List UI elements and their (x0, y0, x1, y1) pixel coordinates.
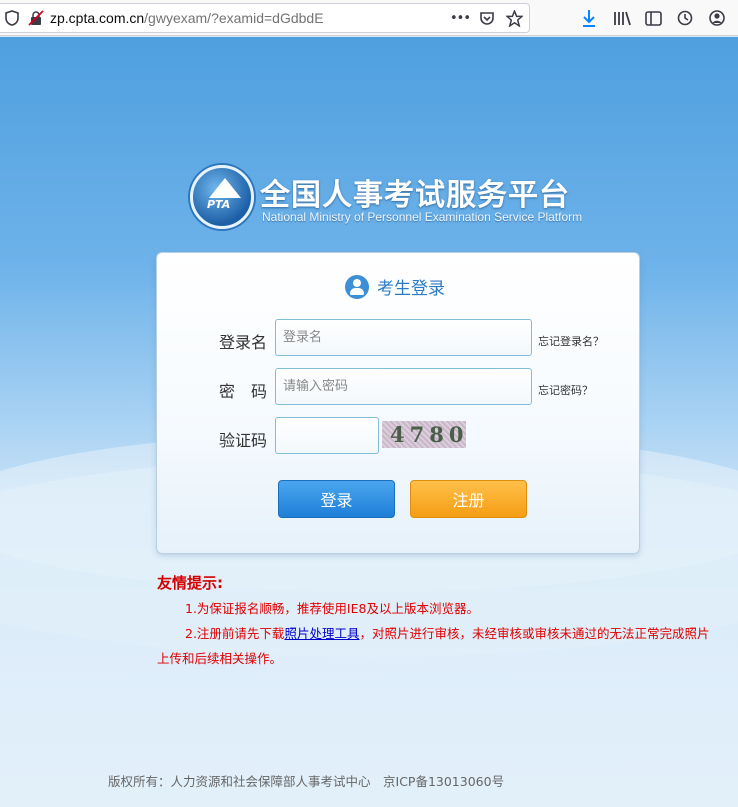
footer-copyright: 版权所有：人力资源和社会保障部人事考试中心 京ICP备13013060号 (108, 774, 505, 789)
download-icon[interactable] (579, 8, 599, 28)
library-icon[interactable] (612, 8, 632, 28)
url-path: /gwyexam/?examid=dGdbdE (144, 10, 324, 26)
sidebar-icon[interactable] (643, 8, 663, 28)
login-panel: 考生登录 登录名 忘记登录名？ 密 码 忘记密码？ 验证码 4780 登录 注册 (156, 252, 640, 554)
site-title: 全国人事考试服务平台 (260, 178, 570, 213)
bookmark-star-icon[interactable] (504, 8, 524, 28)
notice-item-2: 2.注册前请先下载照片处理工具，对照片进行审核，未经审核或审核未通过的无法正常完… (157, 621, 717, 671)
notice-title: 友情提示: (157, 574, 223, 592)
captcha-input[interactable] (275, 417, 379, 454)
pocket-icon[interactable] (477, 9, 497, 29)
url-domain: zp.cpta.com.cn (50, 10, 145, 26)
site-subtitle: National Ministry of Personnel Examinati… (262, 210, 583, 224)
logo-text: PTA (207, 198, 231, 211)
password-label: 密 码 (219, 382, 268, 401)
history-icon[interactable] (675, 8, 695, 28)
username-input[interactable] (275, 319, 532, 356)
notice-item-2-prefix: 2.注册前请先下载 (185, 626, 285, 641)
login-title: 考生登录 (377, 279, 445, 299)
username-label: 登录名 (219, 333, 268, 352)
forgot-password-link[interactable]: 忘记密码？ (538, 382, 593, 398)
password-input[interactable] (275, 368, 532, 405)
photo-tool-link[interactable]: 照片处理工具 (284, 626, 359, 641)
captcha-image[interactable]: 4780 (382, 421, 466, 448)
forgot-username-link[interactable]: 忘记登录名？ (538, 333, 604, 349)
more-actions-icon[interactable]: ••• (449, 8, 471, 28)
notice-section: 友情提示: 1.为保证报名顺畅，推荐使用IE8及以上版本浏览器。 2.注册前请先… (157, 572, 717, 671)
login-header: 考生登录 (345, 274, 445, 299)
account-icon[interactable] (707, 8, 727, 28)
register-button[interactable]: 注册 (410, 480, 527, 518)
page-body: PTA 全国人事考试服务平台 National Ministry of Pers… (0, 37, 738, 807)
insecure-lock-icon[interactable] (28, 10, 44, 26)
address-bar[interactable]: zp.cpta.com.cn/gwyexam/?examid=dGdbdE ••… (0, 3, 530, 33)
pta-logo: PTA (190, 165, 254, 229)
logo-peak-shape (209, 178, 241, 198)
url-text[interactable]: zp.cpta.com.cn/gwyexam/?examid=dGdbdE (50, 10, 324, 26)
notice-item-1: 1.为保证报名顺畅，推荐使用IE8及以上版本浏览器。 (185, 601, 479, 616)
captcha-label: 验证码 (219, 431, 268, 450)
login-button[interactable]: 登录 (278, 480, 395, 518)
shield-icon[interactable] (4, 10, 20, 26)
user-icon (345, 274, 369, 299)
browser-toolbar: zp.cpta.com.cn/gwyexam/?examid=dGdbdE ••… (0, 0, 738, 36)
